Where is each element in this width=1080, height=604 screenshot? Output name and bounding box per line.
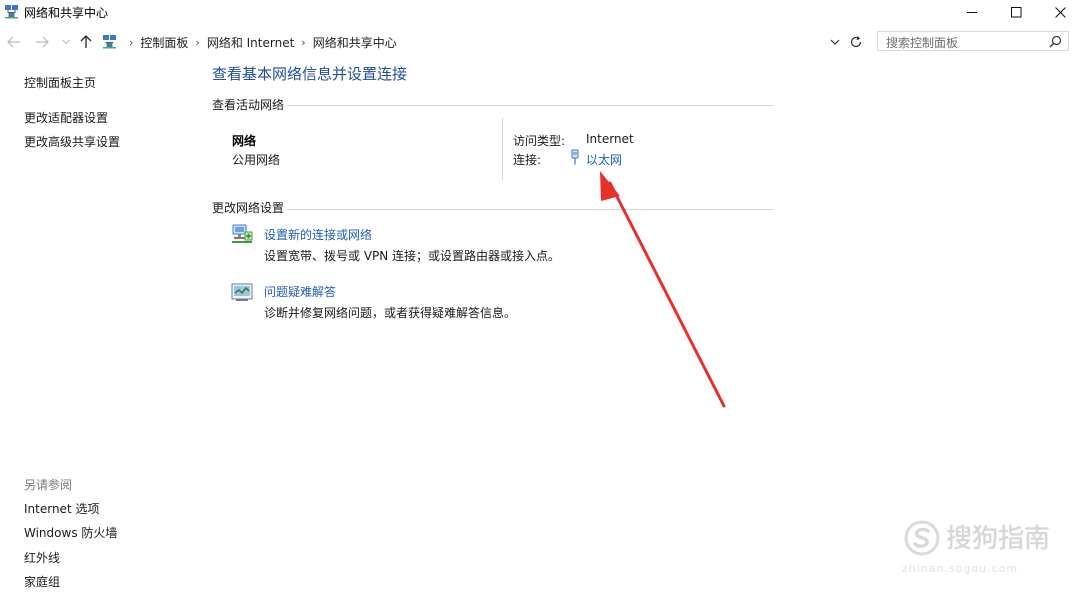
troubleshoot-icon[interactable] xyxy=(230,280,254,304)
section-divider xyxy=(287,209,773,210)
close-icon xyxy=(1054,6,1066,18)
sogou-logo-icon xyxy=(904,520,940,556)
back-button[interactable] xyxy=(6,32,22,52)
breadcrumb-network-sharing-center[interactable]: 网络和共享中心 xyxy=(313,34,397,51)
network-app-icon xyxy=(5,5,18,19)
window-title: 网络和共享中心 xyxy=(24,6,109,20)
breadcrumb-separator-icon[interactable]: › xyxy=(301,36,305,49)
network-location-icon xyxy=(103,35,116,49)
network-sharing-center-window: 网络和共享中心 › 控制面板 › 网络和 Internet › 网络和共享中心 … xyxy=(0,0,1080,604)
sogou-watermark: 搜狗指南 zhinan.sogou.com xyxy=(902,516,1062,578)
access-type-value: Internet xyxy=(586,132,634,146)
troubleshoot-description: 诊断并修复网络问题，或者获得疑难解答信息。 xyxy=(264,306,517,320)
vertical-divider xyxy=(502,118,503,180)
see-also-infrared[interactable]: 红外线 xyxy=(24,549,60,566)
sidebar-item-control-panel-home[interactable]: 控制面板主页 xyxy=(24,74,96,91)
breadcrumb: › 控制面板 › 网络和 Internet › 网络和共享中心 xyxy=(122,31,397,53)
up-arrow-icon xyxy=(80,35,92,48)
breadcrumb-separator-icon[interactable]: › xyxy=(129,36,133,49)
see-also-homegroup[interactable]: 家庭组 xyxy=(24,573,60,590)
maximize-icon xyxy=(1010,6,1021,17)
troubleshoot-link[interactable]: 问题疑难解答 xyxy=(264,283,336,300)
breadcrumb-separator-icon[interactable]: › xyxy=(195,36,199,49)
search-icon[interactable] xyxy=(1049,35,1062,48)
minimize-icon xyxy=(966,11,977,13)
network-setup-icon[interactable] xyxy=(230,222,254,246)
refresh-icon[interactable] xyxy=(848,34,864,50)
forward-arrow-icon xyxy=(36,36,49,48)
setup-new-connection-link[interactable]: 设置新的连接或网络 xyxy=(264,226,372,243)
minimize-button[interactable] xyxy=(950,0,994,24)
title-bar: 网络和共享中心 xyxy=(0,0,1080,24)
back-arrow-icon xyxy=(7,36,20,48)
search-placeholder: 搜索控制面板 xyxy=(886,36,959,50)
navigation-bar: › 控制面板 › 网络和 Internet › 网络和共享中心 搜索控制面板 xyxy=(0,28,1080,56)
sidebar-item-change-adapter-settings[interactable]: 更改适配器设置 xyxy=(24,109,108,126)
up-button[interactable] xyxy=(78,32,94,52)
maximize-button[interactable] xyxy=(994,0,1038,24)
chevron-down-icon xyxy=(62,39,70,45)
see-also-heading: 另请参阅 xyxy=(24,478,73,492)
network-category-link[interactable]: 公用网络 xyxy=(232,151,280,168)
ethernet-icon xyxy=(571,149,579,165)
watermark-url: zhinan.sogou.com xyxy=(902,562,1019,575)
breadcrumb-control-panel[interactable]: 控制面板 xyxy=(140,34,188,51)
breadcrumb-network-internet[interactable]: 网络和 Internet xyxy=(207,34,294,51)
sidebar-item-change-advanced-sharing[interactable]: 更改高级共享设置 xyxy=(24,133,120,150)
see-also-windows-firewall[interactable]: Windows 防火墙 xyxy=(24,524,117,541)
address-dropdown-icon[interactable] xyxy=(828,35,842,49)
change-settings-heading: 更改网络设置 xyxy=(212,201,285,215)
network-name: 网络 xyxy=(232,134,257,148)
section-divider xyxy=(287,105,773,106)
forward-button[interactable] xyxy=(34,32,50,52)
recent-locations-button[interactable] xyxy=(60,32,72,52)
see-also-internet-options[interactable]: Internet 选项 xyxy=(24,500,99,517)
close-button[interactable] xyxy=(1038,0,1080,24)
ethernet-connection-link[interactable]: 以太网 xyxy=(586,151,622,168)
page-title: 查看基本网络信息并设置连接 xyxy=(212,65,408,83)
sidebar: 控制面板主页 更改适配器设置 更改高级共享设置 另请参阅 Internet 选项… xyxy=(0,56,190,604)
watermark-text: 搜狗指南 xyxy=(946,524,1051,554)
setup-new-connection-description: 设置宽带、拨号或 VPN 连接；或设置路由器或接入点。 xyxy=(264,249,561,263)
address-bar[interactable]: › 控制面板 › 网络和 Internet › 网络和共享中心 xyxy=(100,31,868,53)
search-input[interactable]: 搜索控制面板 xyxy=(877,31,1069,51)
access-type-label: 访问类型: xyxy=(513,134,566,148)
connections-label: 连接: xyxy=(513,153,542,167)
active-networks-heading: 查看活动网络 xyxy=(212,98,285,112)
